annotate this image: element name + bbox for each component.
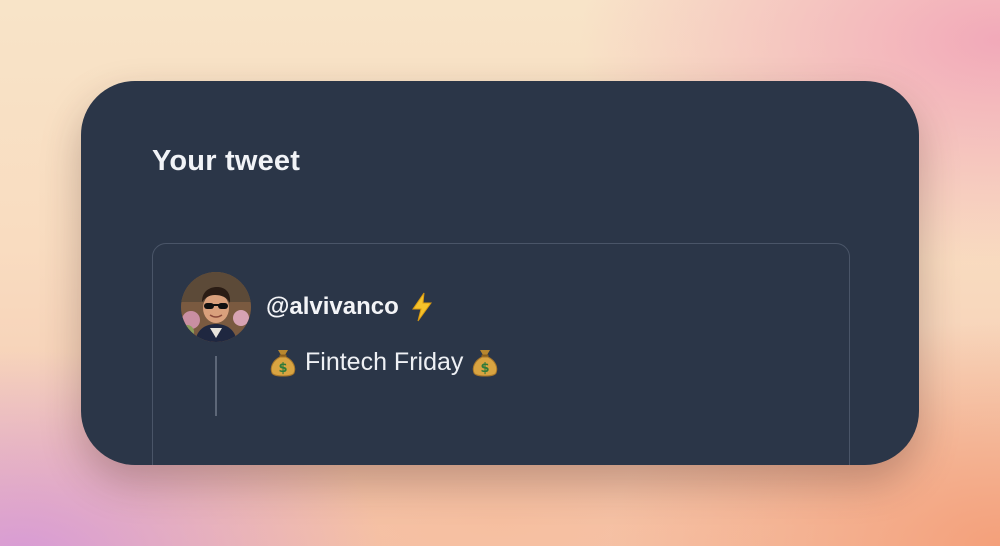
avatar-image [181,272,251,342]
tweet-body: $ Fintech Friday $ [269,346,499,378]
author-handle[interactable]: @alvivanco [266,293,399,321]
tweet-author-row: @alvivanco [266,292,433,322]
svg-text:$: $ [278,361,287,376]
gradient-background: Your tweet @alvivanco $ Fintech Friday $ [0,0,1000,546]
thread-line [215,356,217,416]
avatar[interactable] [181,272,251,342]
svg-text:$: $ [481,361,490,376]
money-bag-icon: $ [269,346,297,378]
card-title: Your tweet [152,145,301,177]
tweet-text: Fintech Friday [305,347,464,376]
tweet-container: @alvivanco $ Fintech Friday $ [152,243,850,465]
money-bag-icon: $ [471,346,499,378]
tweet-preview-card: Your tweet @alvivanco $ Fintech Friday $ [81,81,919,465]
lightning-bolt-icon [411,292,433,322]
